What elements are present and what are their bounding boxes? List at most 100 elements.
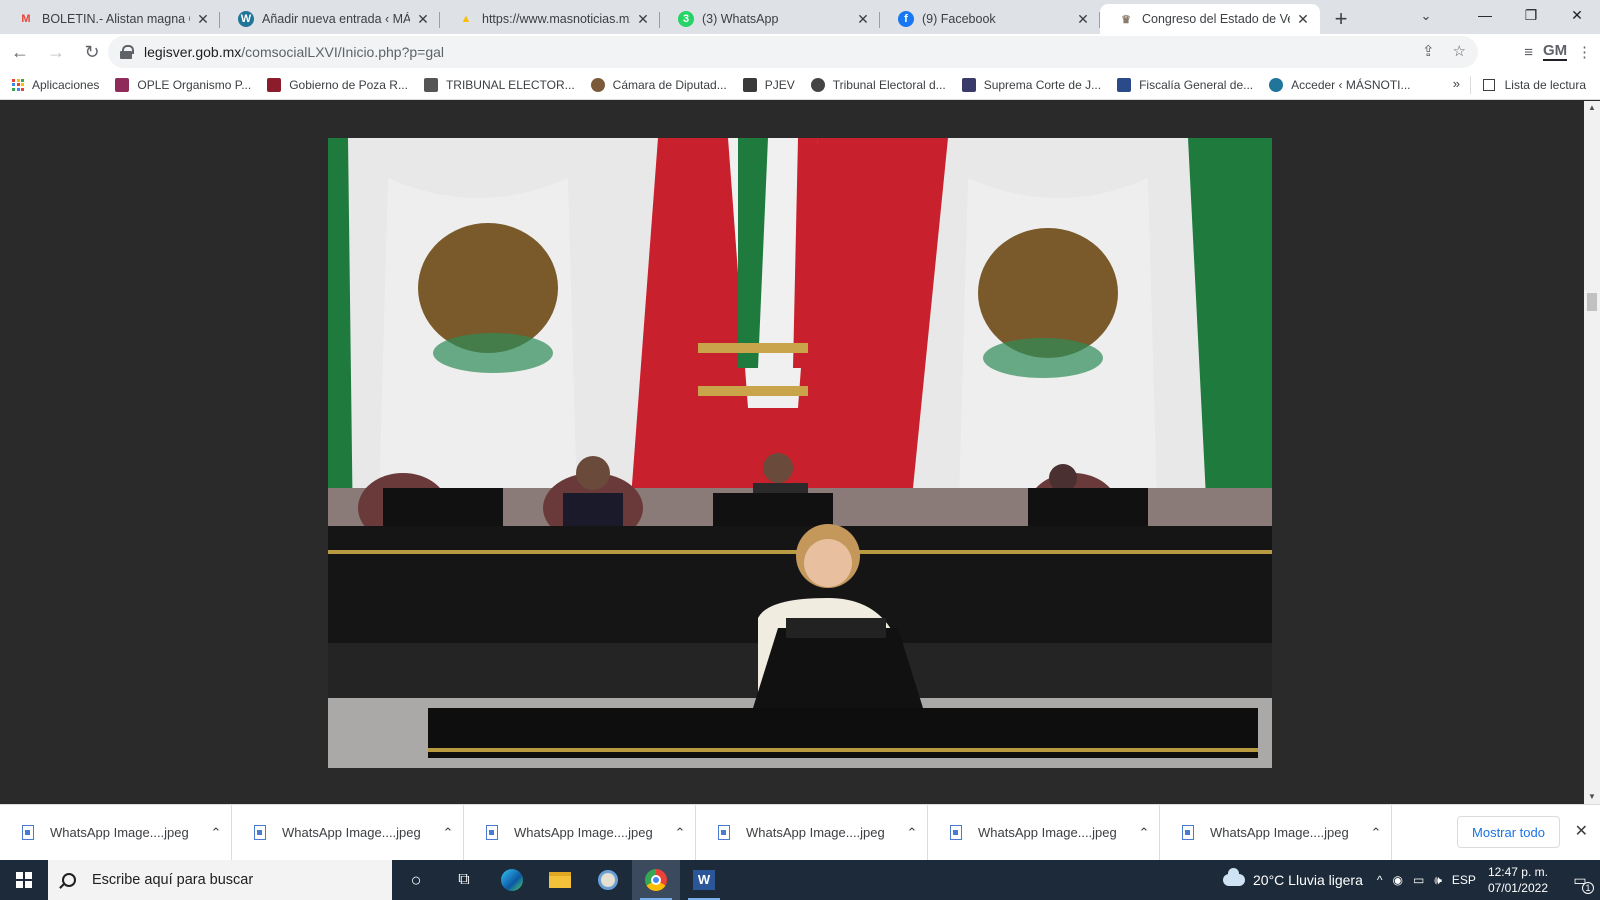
chevron-up-icon[interactable]: ⌃	[897, 825, 927, 841]
close-window-icon[interactable]: ✕	[1554, 0, 1600, 30]
bookmark-ople[interactable]: OPLE Organismo P...	[115, 77, 252, 92]
word-icon[interactable]: W	[680, 860, 728, 900]
chevron-up-icon[interactable]: ^	[1377, 873, 1383, 888]
show-all-downloads-button[interactable]: Mostrar todo	[1457, 816, 1560, 848]
chevron-up-icon[interactable]: ⌃	[665, 825, 695, 841]
gallery-photo[interactable]	[328, 138, 1272, 768]
bookmark-pjev[interactable]: PJEV	[742, 77, 795, 92]
lock-icon[interactable]	[120, 45, 134, 59]
clock-date: 07/01/2022	[1487, 881, 1548, 895]
forward-icon[interactable]: →	[40, 36, 72, 68]
close-tab-icon[interactable]: ✕	[856, 11, 870, 28]
bookmark-tribunal-electoral-2[interactable]: Tribunal Electoral d...	[810, 77, 946, 92]
reading-list-icon	[1482, 79, 1495, 91]
close-tab-icon[interactable]: ✕	[1076, 11, 1090, 28]
chevron-up-icon[interactable]: ⌃	[201, 825, 231, 841]
media-control-icon[interactable]: ≡	[1524, 44, 1533, 61]
close-tab-icon[interactable]: ✕	[636, 11, 650, 28]
bookmark-acceder-masnoticias[interactable]: Acceder ‹ MÁSNOTI...	[1269, 77, 1411, 92]
image-file-icon	[718, 825, 730, 840]
bookmark-label: TRIBUNAL ELECTOR...	[445, 77, 575, 92]
profile-avatar[interactable]: GM	[1543, 43, 1567, 61]
bookmark-fiscalia[interactable]: Fiscalía General de...	[1117, 77, 1253, 92]
image-file-icon	[950, 825, 962, 840]
bookmark-apps[interactable]: Aplicaciones	[12, 78, 99, 92]
minimize-icon[interactable]: —	[1462, 0, 1508, 30]
tab-gmail[interactable]: M BOLETIN.- Alistan magna Gala ✕	[0, 4, 220, 34]
action-center-button[interactable]: ▭ 1	[1560, 860, 1600, 900]
congress-session-photo	[328, 138, 1272, 768]
network-icon[interactable]: ▭	[1413, 873, 1424, 888]
scroll-up-arrow-icon[interactable]: ▲	[1584, 101, 1600, 115]
language-indicator[interactable]: ESP	[1452, 873, 1476, 888]
scrollbar-thumb[interactable]	[1587, 293, 1597, 311]
task-view-icon[interactable]: ⧉	[440, 860, 488, 900]
close-download-bar-icon[interactable]: ✕	[1575, 821, 1588, 841]
download-item[interactable]: WhatsApp Image....jpeg ⌃	[928, 804, 1160, 861]
bookmark-camara-diputados[interactable]: Cámara de Diputad...	[590, 77, 727, 92]
more-bookmarks-icon[interactable]: »	[1453, 76, 1460, 91]
download-item[interactable]: WhatsApp Image....jpeg ⌃	[0, 804, 232, 861]
address-bar[interactable]: legisver.gob.mx/comsocialLXVI/Inicio.php…	[108, 36, 1478, 68]
file-explorer-icon[interactable]	[536, 860, 584, 900]
chevron-up-icon[interactable]: ⌃	[1129, 825, 1159, 841]
tab-title: Congreso del Estado de Vera	[1142, 12, 1290, 26]
facebook-icon: f	[898, 11, 914, 27]
download-item[interactable]: WhatsApp Image....jpeg ⌃	[696, 804, 928, 861]
window-controls: — ❐ ✕	[1462, 0, 1600, 30]
page-scrollbar[interactable]: ▲ ▼	[1584, 101, 1600, 804]
tab-title: https://www.masnoticias.mx	[482, 12, 630, 26]
notification-count-badge: 1	[1582, 882, 1594, 894]
chevron-up-icon[interactable]: ⌃	[1361, 825, 1391, 841]
chrome-icon[interactable]	[632, 860, 680, 900]
reload-icon[interactable]: ↻	[76, 36, 108, 68]
close-tab-icon[interactable]: ✕	[196, 11, 210, 28]
volume-icon[interactable]: 🕪	[1434, 873, 1442, 888]
bookmark-gobierno-poza-rica[interactable]: Gobierno de Poza R...	[267, 77, 408, 92]
menu-kebab-icon[interactable]: ⋮	[1577, 43, 1592, 61]
tab-search-icon[interactable]: ⌄	[1412, 4, 1440, 28]
bookmark-star-icon[interactable]: ☆	[1453, 42, 1466, 60]
bookmark-label: OPLE Organismo P...	[137, 77, 252, 92]
weather-widget[interactable]: 20°C Lluvia ligera	[1223, 868, 1363, 888]
image-file-icon	[486, 825, 498, 840]
tab-masnoticias[interactable]: ▲ https://www.masnoticias.mx ✕	[440, 4, 660, 34]
tab-congreso[interactable]: ♛ Congreso del Estado de Vera ✕	[1100, 4, 1320, 34]
cortana-icon[interactable]: ○	[392, 860, 440, 900]
new-tab-button[interactable]: +	[1326, 4, 1356, 34]
scroll-down-arrow-icon[interactable]: ▼	[1584, 790, 1600, 804]
drive-icon: ▲	[460, 13, 472, 25]
download-filename: WhatsApp Image....jpeg	[746, 825, 885, 840]
bookmark-label: Gobierno de Poza R...	[289, 77, 408, 92]
back-icon[interactable]: ←	[4, 36, 36, 68]
start-button[interactable]	[0, 860, 48, 900]
url-text[interactable]: legisver.gob.mx/comsocialLXVI/Inicio.php…	[144, 44, 444, 60]
close-tab-icon[interactable]: ✕	[416, 11, 430, 28]
download-item[interactable]: WhatsApp Image....jpeg ⌃	[464, 804, 696, 861]
download-item[interactable]: WhatsApp Image....jpeg ⌃	[232, 804, 464, 861]
chevron-up-icon[interactable]: ⌃	[433, 825, 463, 841]
bookmark-tribunal-electoral[interactable]: TRIBUNAL ELECTOR...	[423, 77, 575, 92]
meet-now-icon[interactable]: ◉	[1393, 873, 1403, 888]
download-filename: WhatsApp Image....jpeg	[1210, 825, 1349, 840]
restore-icon[interactable]: ❐	[1508, 0, 1554, 30]
system-tray: 20°C Lluvia ligera ^ ◉ ▭ 🕪 ESP 12:47 p. …	[1223, 860, 1600, 900]
tab-facebook[interactable]: f (9) Facebook ✕	[880, 4, 1100, 34]
fiscalia-icon	[1117, 77, 1132, 92]
download-item[interactable]: WhatsApp Image....jpeg ⌃	[1160, 804, 1392, 861]
congreso-icon: ♛	[1121, 13, 1131, 26]
close-tab-icon[interactable]: ✕	[1296, 11, 1310, 28]
tab-whatsapp[interactable]: 3 (3) WhatsApp ✕	[660, 4, 880, 34]
tab-title: (3) WhatsApp	[702, 12, 779, 26]
bookmark-suprema-corte[interactable]: Suprema Corte de J...	[961, 77, 1101, 92]
clock[interactable]: 12:47 p. m. 07/01/2022	[1488, 864, 1548, 896]
reading-list-button[interactable]: Lista de lectura	[1469, 76, 1586, 94]
pjev-icon	[742, 77, 757, 92]
tab-wordpress[interactable]: W Añadir nueva entrada ‹ MÁSN ✕	[220, 4, 440, 34]
taskbar-search-box[interactable]: Escribe aquí para buscar	[48, 860, 392, 900]
edge-icon[interactable]	[488, 860, 536, 900]
tribunal-icon	[423, 77, 438, 92]
paint-icon[interactable]	[584, 860, 632, 900]
share-icon[interactable]: ⇪	[1422, 42, 1435, 60]
download-filename: WhatsApp Image....jpeg	[978, 825, 1117, 840]
